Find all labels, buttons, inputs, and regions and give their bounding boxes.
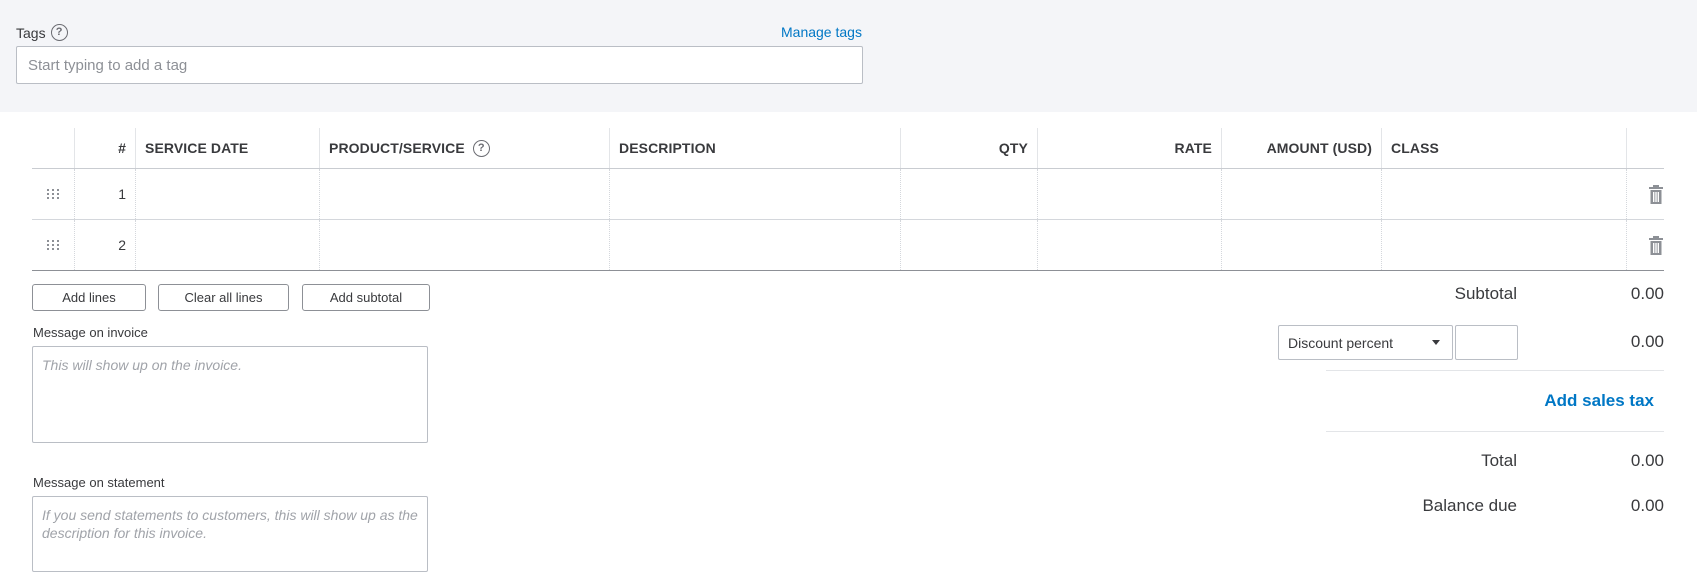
balance-due-value: 0.00 — [1630, 496, 1664, 515]
message-on-statement-field[interactable] — [32, 496, 428, 572]
header-class[interactable]: CLASS — [1382, 128, 1627, 168]
clear-all-lines-button[interactable]: Clear all lines — [158, 284, 289, 311]
line-items-table: # SERVICE DATE PRODUCT/SERVICE ? DESCRIP… — [32, 128, 1664, 271]
row-description[interactable] — [610, 169, 901, 219]
row-product-service[interactable] — [320, 220, 610, 270]
row-rate[interactable] — [1038, 169, 1222, 219]
discount-type-select[interactable]: Discount percent — [1278, 325, 1453, 360]
caret-down-icon — [1432, 340, 1440, 345]
table-row[interactable]: 1 — [32, 169, 1664, 220]
manage-tags-link[interactable]: Manage tags — [781, 24, 862, 40]
total-value: 0.00 — [1630, 451, 1664, 470]
drag-handle-icon[interactable] — [32, 169, 75, 219]
divider — [1326, 431, 1664, 432]
trash-icon[interactable] — [1627, 220, 1664, 270]
row-number: 1 — [75, 169, 136, 219]
tags-label: Tags — [16, 24, 46, 41]
header-description[interactable]: DESCRIPTION — [610, 128, 901, 168]
row-number: 2 — [75, 220, 136, 270]
message-on-statement-label: Message on statement — [33, 475, 165, 490]
row-description[interactable] — [610, 220, 901, 270]
row-rate[interactable] — [1038, 220, 1222, 270]
discount-value: 0.00 — [1630, 332, 1664, 351]
tags-label-group: Tags ? — [16, 24, 68, 41]
header-drag-col — [32, 128, 75, 168]
message-on-invoice-label: Message on invoice — [33, 325, 148, 340]
header-rate[interactable]: RATE — [1038, 128, 1222, 168]
add-lines-button[interactable]: Add lines — [32, 284, 146, 311]
help-icon[interactable]: ? — [472, 139, 490, 157]
tags-input[interactable] — [16, 46, 863, 84]
header-delete-col — [1627, 128, 1664, 168]
add-subtotal-button[interactable]: Add subtotal — [302, 284, 430, 311]
header-product-service[interactable]: PRODUCT/SERVICE ? — [320, 128, 610, 168]
row-qty[interactable] — [901, 220, 1038, 270]
total-label: Total — [1481, 451, 1517, 470]
discount-type-value: Discount percent — [1288, 334, 1394, 351]
row-service-date[interactable] — [136, 169, 320, 219]
subtotal-value: 0.00 — [1630, 284, 1664, 303]
row-class[interactable] — [1382, 169, 1627, 219]
drag-handle-icon[interactable] — [32, 220, 75, 270]
divider — [1326, 370, 1664, 371]
row-class[interactable] — [1382, 220, 1627, 270]
table-header: # SERVICE DATE PRODUCT/SERVICE ? DESCRIP… — [32, 128, 1664, 169]
row-amount[interactable] — [1222, 220, 1382, 270]
add-sales-tax-link[interactable]: Add sales tax — [1544, 391, 1654, 411]
tags-section: Tags ? Manage tags — [0, 0, 1697, 112]
help-icon[interactable]: ? — [50, 24, 68, 41]
row-qty[interactable] — [901, 169, 1038, 219]
row-product-service[interactable] — [320, 169, 610, 219]
row-amount[interactable] — [1222, 169, 1382, 219]
message-on-invoice-field[interactable] — [32, 346, 428, 443]
header-service-date[interactable]: SERVICE DATE — [136, 128, 320, 168]
table-row[interactable]: 2 — [32, 220, 1664, 271]
subtotal-label: Subtotal — [1454, 284, 1517, 303]
header-product-service-label: PRODUCT/SERVICE — [329, 140, 465, 156]
header-qty[interactable]: QTY — [901, 128, 1038, 168]
discount-input[interactable] — [1455, 325, 1518, 360]
row-service-date[interactable] — [136, 220, 320, 270]
header-amount[interactable]: AMOUNT (USD) — [1222, 128, 1382, 168]
header-number: # — [75, 128, 136, 168]
trash-icon[interactable] — [1627, 169, 1664, 219]
balance-due-label: Balance due — [1422, 496, 1517, 515]
